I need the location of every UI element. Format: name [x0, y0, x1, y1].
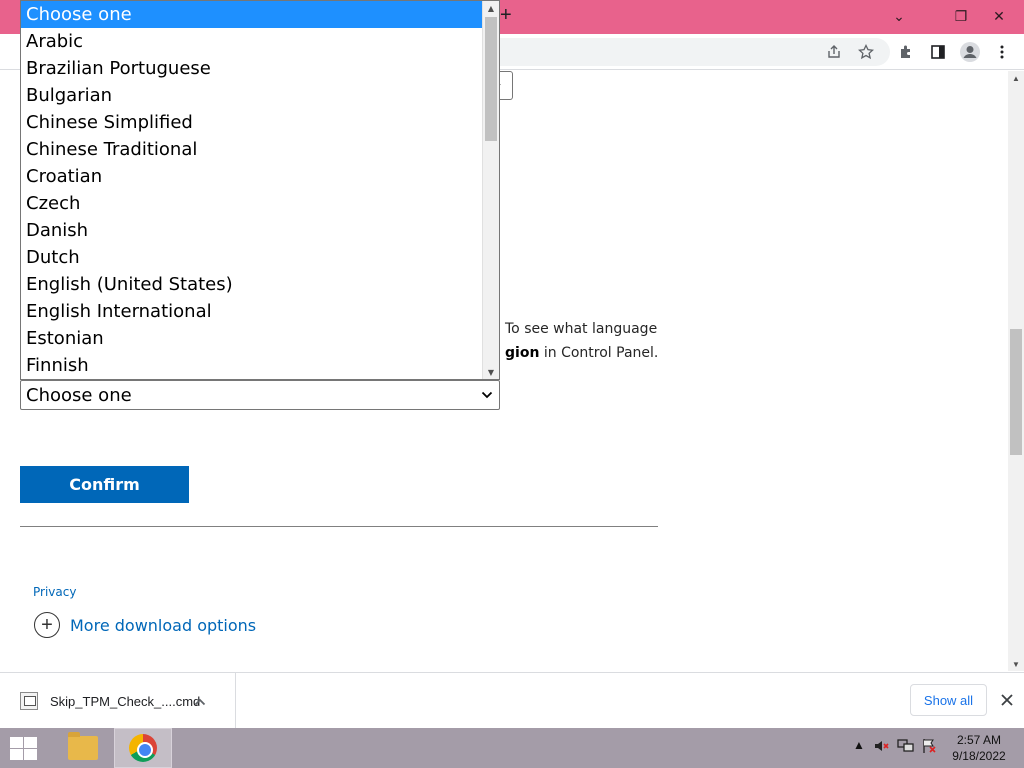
page-scrollbar[interactable]: ▲ ▼: [1008, 71, 1024, 671]
show-all-button[interactable]: Show all: [910, 684, 987, 716]
dropdown-option[interactable]: Czech: [21, 190, 499, 217]
dropdown-scroll-down-arrow[interactable]: ▼: [483, 365, 499, 379]
system-clock[interactable]: 2:57 AM 9/18/2022: [946, 732, 1012, 764]
dropdown-scrollbar[interactable]: ▲ ▼: [482, 1, 499, 379]
menu-icon[interactable]: [990, 40, 1014, 64]
chrome-icon: [129, 734, 157, 762]
chevron-down-icon: [481, 391, 493, 399]
dropdown-option[interactable]: English (United States): [21, 271, 499, 298]
dropdown-option[interactable]: Chinese Simplified: [21, 109, 499, 136]
dropdown-option[interactable]: Danish: [21, 217, 499, 244]
new-tab-button[interactable]: +: [500, 4, 512, 27]
privacy-link[interactable]: Privacy: [33, 585, 76, 599]
network-icon[interactable]: [897, 738, 915, 757]
extensions-icon[interactable]: [894, 40, 918, 64]
language-dropdown-list[interactable]: Choose one Arabic Brazilian Portuguese B…: [20, 0, 500, 380]
download-shelf: Skip_TPM_Check_....cmd Show all: [0, 672, 1024, 729]
cmd-file-icon: [20, 692, 38, 710]
dropdown-scroll-up-arrow[interactable]: ▲: [483, 1, 499, 15]
dropdown-option[interactable]: Bulgarian: [21, 82, 499, 109]
download-item[interactable]: Skip_TPM_Check_....cmd: [16, 673, 236, 729]
dropdown-option[interactable]: Brazilian Portuguese: [21, 55, 499, 82]
restore-button[interactable]: ❐: [944, 0, 978, 32]
close-download-shelf-button[interactable]: [996, 689, 1018, 711]
taskbar-chrome[interactable]: [114, 728, 172, 768]
minimize-button[interactable]: ⌄: [882, 0, 916, 32]
more-download-options[interactable]: + More download options: [34, 612, 256, 638]
more-download-options-label: More download options: [70, 615, 257, 635]
profile-icon[interactable]: [958, 40, 982, 64]
scroll-up-arrow[interactable]: ▲: [1008, 71, 1024, 85]
show-hidden-icons-button[interactable]: ▲: [853, 738, 865, 752]
clock-date: 9/18/2022: [952, 749, 1006, 763]
dropdown-option[interactable]: Finnish: [21, 352, 499, 379]
divider: [20, 526, 658, 527]
start-button[interactable]: [8, 736, 38, 760]
scroll-down-arrow[interactable]: ▼: [1008, 657, 1024, 671]
chevron-up-icon[interactable]: [194, 693, 206, 709]
close-window-button[interactable]: ✕: [982, 0, 1016, 32]
clock-time: 2:57 AM: [956, 733, 1002, 747]
taskbar-file-explorer[interactable]: [54, 728, 112, 768]
page-scrollbar-thumb[interactable]: [1010, 329, 1022, 455]
close-icon: ✕: [993, 7, 1005, 24]
folder-icon: [68, 732, 98, 760]
close-icon: [1001, 694, 1013, 706]
download-file-name: Skip_TPM_Check_....cmd: [50, 693, 201, 709]
plus-circle-icon: +: [34, 612, 60, 638]
dropdown-option[interactable]: Choose one: [21, 1, 499, 28]
language-select[interactable]: Choose one: [20, 380, 500, 410]
dropdown-option[interactable]: English International: [21, 298, 499, 325]
star-icon[interactable]: [854, 40, 878, 64]
dropdown-option[interactable]: Dutch: [21, 244, 499, 271]
action-center-icon[interactable]: [921, 738, 937, 757]
dropdown-option[interactable]: Croatian: [21, 163, 499, 190]
language-select-value: Choose one: [26, 384, 132, 406]
restore-icon: ❐: [954, 7, 968, 24]
confirm-button[interactable]: Confirm: [20, 466, 189, 503]
volume-muted-icon[interactable]: [873, 738, 889, 757]
share-icon[interactable]: [822, 40, 846, 64]
minimize-icon: ⌄: [893, 7, 905, 24]
windows-taskbar: ▲ 2:57 AM 9/18/2022: [0, 728, 1024, 768]
sidepanel-icon[interactable]: [926, 40, 950, 64]
dropdown-scrollbar-thumb[interactable]: [485, 17, 497, 141]
dropdown-option[interactable]: Chinese Traditional: [21, 136, 499, 163]
windows-logo-icon: [10, 737, 23, 748]
dropdown-option[interactable]: Estonian: [21, 325, 499, 352]
language-info-text: To see what language gion in Control Pan…: [505, 321, 659, 361]
dropdown-option[interactable]: Arabic: [21, 28, 499, 55]
